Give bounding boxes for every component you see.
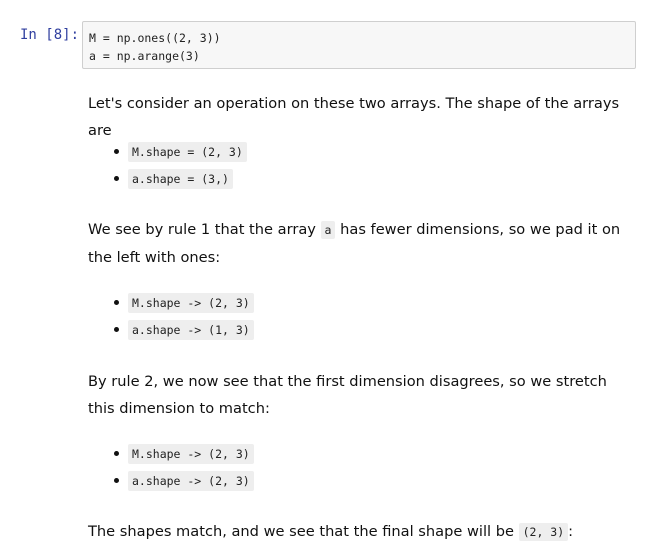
markdown-paragraph: Let's consider an operation on these two… <box>88 90 623 144</box>
bullet-list: M.shape -> (2, 3) a.shape -> (2, 3) <box>114 440 254 494</box>
bullet-list: M.shape -> (2, 3) a.shape -> (1, 3) <box>114 289 254 343</box>
input-prompt: In [8]: <box>20 27 80 43</box>
inline-code: (2, 3) <box>518 523 569 541</box>
bullet-icon <box>114 149 119 154</box>
code-line: M = np.ones((2, 3)) <box>89 31 221 45</box>
inline-code: M.shape -> (2, 3) <box>128 293 254 313</box>
code-line: a = np.arange(3) <box>89 49 200 63</box>
code-editor[interactable]: M = np.ones((2, 3)) a = np.arange(3) <box>82 21 636 69</box>
list-item: M.shape -> (2, 3) <box>114 440 254 467</box>
bullet-icon <box>114 478 119 483</box>
paragraph-text: We see by rule 1 that the array <box>88 221 321 238</box>
bullet-icon <box>114 176 119 181</box>
bullet-icon <box>114 300 119 305</box>
paragraph-text: The shapes match, and we see that the fi… <box>88 523 519 540</box>
inline-code: a.shape -> (2, 3) <box>128 471 254 491</box>
bullet-icon <box>114 327 119 332</box>
markdown-paragraph: We see by rule 1 that the array a has fe… <box>88 216 623 271</box>
markdown-paragraph: The shapes match, and we see that the fi… <box>88 518 623 546</box>
list-item: M.shape -> (2, 3) <box>114 289 254 316</box>
paragraph-text: Let's consider an operation on these two… <box>88 95 620 139</box>
inline-code: a.shape = (3,) <box>128 169 233 189</box>
paragraph-text: : <box>568 523 574 540</box>
inline-code: M.shape = (2, 3) <box>128 142 247 162</box>
markdown-paragraph: By rule 2, we now see that the first dim… <box>88 368 623 422</box>
list-item: a.shape -> (1, 3) <box>114 316 254 343</box>
inline-code: M.shape -> (2, 3) <box>128 444 254 464</box>
list-item: a.shape -> (2, 3) <box>114 467 254 494</box>
bullet-list: M.shape = (2, 3) a.shape = (3,) <box>114 138 247 192</box>
bullet-icon <box>114 451 119 456</box>
inline-code: a <box>320 221 336 239</box>
list-item: a.shape = (3,) <box>114 165 247 192</box>
list-item: M.shape = (2, 3) <box>114 138 247 165</box>
paragraph-text: By rule 2, we now see that the first dim… <box>88 373 607 417</box>
inline-code: a.shape -> (1, 3) <box>128 320 254 340</box>
